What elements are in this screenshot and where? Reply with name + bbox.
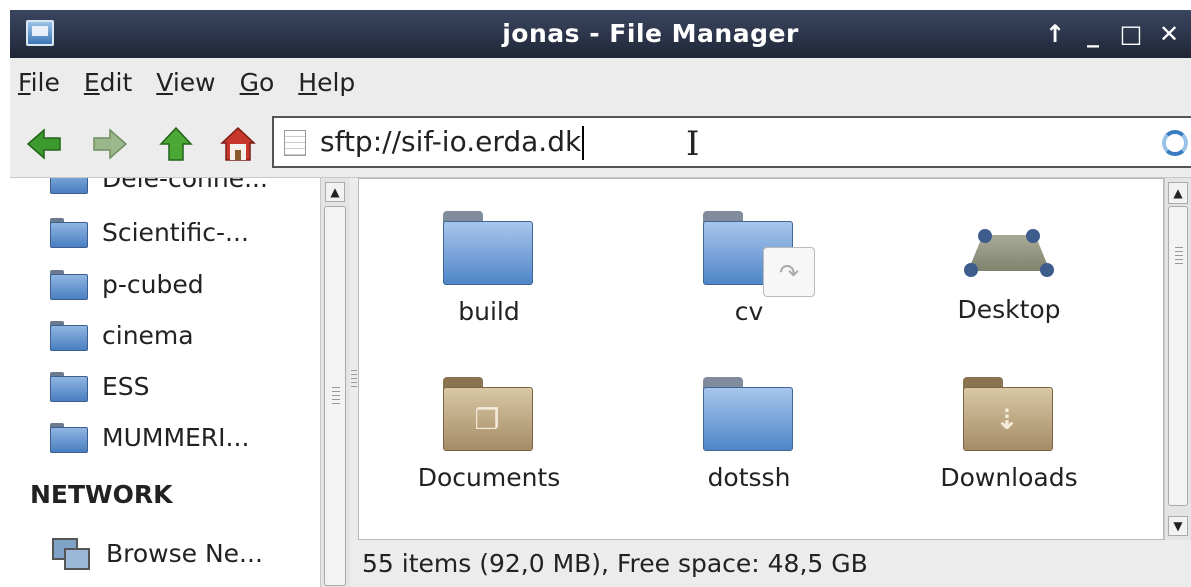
folder-icon: [443, 207, 535, 287]
sidebar-item-partial[interactable]: Dele-conne...: [50, 178, 268, 202]
network-icon: [50, 536, 90, 570]
folder-icon: [50, 372, 88, 402]
sidebar-item-ess[interactable]: ESS: [50, 362, 150, 410]
forward-arrow-icon[interactable]: [92, 126, 128, 162]
toolbar: sftp://sif-io.erda.dk I: [10, 106, 1191, 178]
location-input[interactable]: sftp://sif-io.erda.dk: [320, 118, 585, 166]
file-item-cv[interactable]: ↷ cv: [619, 207, 879, 326]
pane-divider[interactable]: [350, 178, 358, 587]
download-arrow-icon: ⇣: [995, 403, 1019, 436]
status-bar: 55 items (92,0 MB), Free space: 48,5 GB: [358, 540, 1191, 587]
file-view-scroll-thumb[interactable]: [1168, 206, 1188, 506]
grip-icon: [351, 370, 357, 390]
back-arrow-icon[interactable]: [26, 126, 62, 162]
folder-icon: [50, 321, 88, 351]
text-caret: [582, 126, 585, 160]
page-icon: [284, 130, 306, 156]
documents-folder-icon: ❐: [443, 373, 535, 453]
file-item-desktop[interactable]: Desktop: [879, 207, 1139, 324]
network-heading: NETWORK: [30, 480, 173, 509]
grip-icon: [1175, 247, 1183, 267]
folder-link-icon: ↷: [703, 207, 815, 297]
file-item-dotssh[interactable]: dotssh: [619, 373, 879, 492]
grip-icon: [332, 387, 340, 407]
document-emblem-icon: ❐: [474, 403, 500, 436]
maximize-button[interactable]: □: [1119, 20, 1143, 48]
menu-help[interactable]: Help: [286, 68, 367, 97]
sidebar-item-mummeri[interactable]: MUMMERI...: [50, 413, 249, 461]
sidebar-item-cinema[interactable]: cinema: [50, 311, 194, 359]
scroll-down-arrow-icon[interactable]: ▼: [1168, 516, 1188, 536]
folder-icon: [50, 270, 88, 300]
keep-above-button[interactable]: ↑: [1043, 20, 1067, 48]
sidebar-item-scientific[interactable]: Scientific-...: [50, 208, 249, 256]
scroll-up-arrow-icon[interactable]: ▲: [1168, 182, 1188, 204]
folder-icon: [50, 423, 88, 453]
downloads-folder-icon: ⇣: [963, 373, 1055, 453]
location-bar[interactable]: sftp://sif-io.erda.dk I: [272, 116, 1191, 168]
side-pane: Dele-conne... Scientific-... p-cubed cin…: [10, 178, 325, 587]
file-view-scrollbar[interactable]: ▲ ▼: [1164, 178, 1191, 540]
up-arrow-icon[interactable]: [158, 126, 194, 162]
desktop-icon: [962, 225, 1056, 285]
home-icon[interactable]: [220, 126, 256, 162]
folder-icon: [50, 218, 88, 248]
folder-icon: [703, 373, 795, 453]
window-title: jonas - File Manager: [502, 19, 799, 48]
menu-view[interactable]: View: [144, 68, 227, 97]
menu-go[interactable]: Go: [228, 68, 287, 97]
menu-file[interactable]: File: [10, 68, 72, 97]
title-bar[interactable]: jonas - File Manager ↑ _ □ ✕: [10, 10, 1191, 58]
file-view[interactable]: build ↷ cv Desktop ❐ Documents dotssh ⇣ …: [358, 178, 1164, 540]
minimize-button[interactable]: _: [1081, 20, 1105, 48]
folder-icon: [50, 178, 88, 194]
sidebar-item-browse-network[interactable]: Browse Ne...: [50, 529, 263, 577]
file-item-documents[interactable]: ❐ Documents: [359, 373, 619, 492]
close-button[interactable]: ✕: [1157, 20, 1181, 48]
file-item-build[interactable]: build: [359, 207, 619, 326]
sidebar-scroll-thumb[interactable]: [324, 206, 346, 586]
refresh-icon[interactable]: [1162, 130, 1188, 156]
sidebar-item-p-cubed[interactable]: p-cubed: [50, 260, 204, 308]
ibeam-cursor-icon: I: [686, 124, 700, 164]
menu-bar: File Edit View Go Help: [10, 58, 1191, 106]
scroll-up-arrow-icon[interactable]: ▲: [325, 182, 345, 202]
sidebar-scrollbar[interactable]: ▲: [320, 178, 350, 587]
symlink-emblem-icon: ↷: [763, 247, 815, 297]
file-item-downloads[interactable]: ⇣ Downloads: [879, 373, 1139, 492]
menu-edit[interactable]: Edit: [72, 68, 144, 97]
